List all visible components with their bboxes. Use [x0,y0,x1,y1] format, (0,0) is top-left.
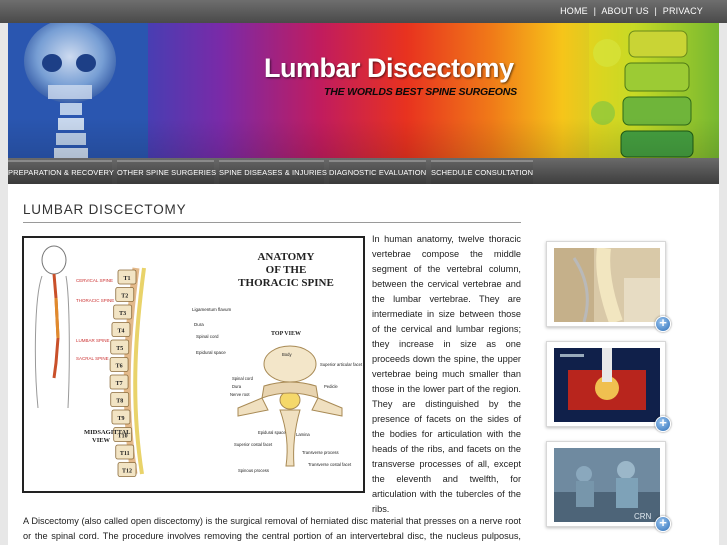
top-view-label: Nerve root [230,392,250,397]
body-paragraph: In human anatomy, twelve thoracic verteb… [372,234,521,514]
vertebra-label: T2 [121,294,128,300]
vertebra-label: T7 [116,381,123,387]
top-view-label: Dura [232,384,242,389]
separator: | [593,6,597,16]
video-thumbnail[interactable]: + [546,241,671,332]
separator: | [654,6,658,16]
vertebra-label: T1 [123,276,130,282]
nav-other-spine-surgeries[interactable]: OTHER SPINE SURGERIES [117,160,216,184]
watermark-label: CRN [634,512,652,521]
top-view-label: Superior costal facet [234,442,273,447]
plus-icon[interactable]: + [655,516,671,532]
top-view-label: Transverse costal facet [308,462,352,467]
operating-room-image: CRN [554,448,660,522]
top-view-label: Pedicle [324,384,338,389]
site-tagline: THE WORLDS BEST SPINE SURGEONS [324,86,517,98]
top-view-label: Transverse process [302,450,339,455]
side-label: LUMBAR SPINE [76,338,110,343]
nav-spine-diseases-injuries[interactable]: SPINE DISEASES & INJURIES [219,160,327,184]
video-thumbnail[interactable]: + [546,341,671,432]
animation-still-image [554,348,660,422]
top-view-label: Body [282,352,292,357]
midsagittal-label: VIEW [92,437,111,444]
sagittal-label: Epidural space [196,350,226,355]
top-bar: HOME | ABOUT US | PRIVACY [0,0,727,23]
top-view-label: Spinous process [238,468,269,473]
header-banner: Lumbar Discectomy THE WORLDS BEST SPINE … [8,23,719,158]
privacy-link[interactable]: PRIVACY [663,6,703,16]
body-silhouette-figure [34,245,70,409]
vertebra-label: T8 [116,399,123,405]
figure-title: THORACIC SPINE [238,277,334,289]
side-label: SACRAL SPINE [76,356,109,361]
nav-preparation-recovery[interactable]: PREPARATION & RECOVERY [8,160,114,184]
nav-diagnostic-evaluation[interactable]: DIAGNOSTIC EVALUATION [329,160,426,184]
discectomy-paragraph: A Discectomy (also called open discectom… [23,516,521,541]
vertebra-label: T3 [119,311,126,317]
plus-icon[interactable]: + [655,416,671,432]
skull-xray-image [8,23,148,158]
vertebra-label: T12 [122,469,132,475]
top-view-label: Superior articular facet [320,362,363,367]
home-link[interactable]: HOME [560,6,588,16]
midsagittal-label: MIDSAGITTAL [84,429,131,436]
top-view-label: TOP VIEW [271,331,301,337]
sagittal-label: Ligamentum flavum [192,307,232,312]
vertebra-label: T11 [120,451,130,457]
about-us-link[interactable]: ABOUT US [601,6,648,16]
sagittal-label: Dura [194,322,204,327]
top-view-label: Lamina [296,432,310,437]
top-links: HOME | ABOUT US | PRIVACY [560,6,703,16]
spine-model-image [589,23,719,158]
side-label: CERVICAL SPINE [76,278,113,283]
nav-schedule-consultation[interactable]: SCHEDULE CONSULTATION [431,160,533,184]
site-title: Lumbar Discectomy [264,53,514,83]
video-thumbnail[interactable]: CRN + [546,441,671,532]
vertebra-label: T6 [116,364,123,370]
surgery-photo-image [554,248,660,322]
top-view-label: Epidural space [258,430,286,435]
vertebra-label: T5 [116,346,123,352]
top-view-label: Spinal cord [232,376,254,381]
title-divider [23,222,521,223]
sagittal-label: Spinal cord [196,334,219,339]
figure-title: ANATOMY [257,251,314,263]
vertebra-label: T4 [117,329,124,335]
vertebra-label: T9 [117,416,124,422]
figure-title: OF THE [266,264,307,276]
side-label: THORACIC SPINE [76,298,114,303]
thoracic-spine-anatomy-figure: CERVICAL SPINE THORACIC SPINE LUMBAR SPI… [22,236,365,493]
plus-icon[interactable]: + [655,316,671,332]
page-title: LUMBAR DISCECTOMY [23,202,187,217]
